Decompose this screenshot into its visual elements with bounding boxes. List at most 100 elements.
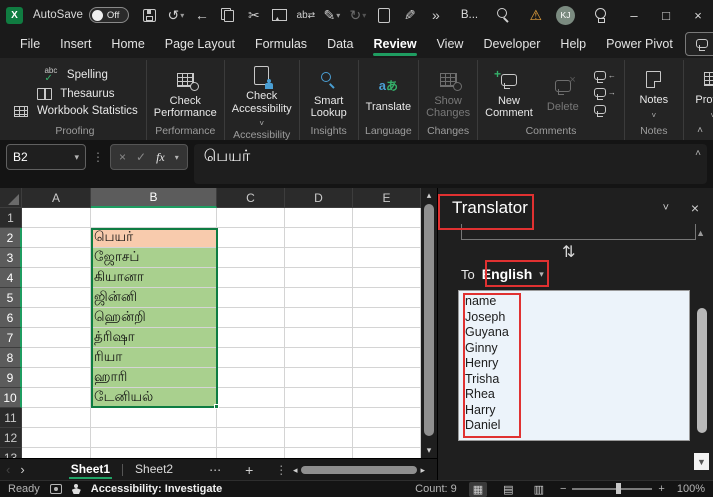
- scroll-right-icon[interactable]: ▸: [420, 465, 425, 476]
- cell-D3[interactable]: [285, 248, 353, 268]
- pane-close-icon[interactable]: ×: [691, 200, 699, 216]
- pane-scroll-down-icon[interactable]: ▼: [694, 453, 709, 470]
- pane-options-chevron-icon[interactable]: ˅: [663, 202, 669, 214]
- cell-E2[interactable]: [353, 228, 421, 248]
- cell-A7[interactable]: [22, 328, 91, 348]
- zoom-out-icon[interactable]: −: [560, 483, 566, 495]
- tab-file[interactable]: File: [10, 32, 50, 57]
- smart-lookup-button[interactable]: Smart Lookup: [304, 65, 354, 120]
- cell-E1[interactable]: [353, 208, 421, 228]
- cell-E8[interactable]: [353, 348, 421, 368]
- undo-icon[interactable]: ↺ ▾: [165, 4, 187, 26]
- thesaurus-button[interactable]: Thesaurus: [35, 88, 115, 100]
- minimize-button[interactable]: –: [625, 8, 643, 23]
- cell-C4[interactable]: [217, 268, 285, 288]
- warning-icon[interactable]: ⚠: [529, 7, 542, 24]
- more-sheets-icon[interactable]: ⋯: [209, 463, 223, 477]
- zoom-slider[interactable]: [572, 483, 653, 494]
- cell-E5[interactable]: [353, 288, 421, 308]
- cell-C6[interactable]: [217, 308, 285, 328]
- notes-button[interactable]: Notes ˅: [629, 64, 679, 120]
- tab-data[interactable]: Data: [317, 32, 363, 57]
- cell-B10[interactable]: டேனியல்: [91, 388, 217, 408]
- cell-B13[interactable]: [91, 448, 217, 458]
- target-language-dropdown[interactable]: English: [482, 266, 533, 282]
- cell-D12[interactable]: [285, 428, 353, 448]
- row-header-1[interactable]: 1: [0, 208, 22, 228]
- cell-C13[interactable]: [217, 448, 285, 458]
- cell-E6[interactable]: [353, 308, 421, 328]
- macro-record-icon[interactable]: [49, 484, 62, 494]
- cell-A3[interactable]: [22, 248, 91, 268]
- cell-A10[interactable]: [22, 388, 91, 408]
- column-header-b[interactable]: B: [91, 188, 217, 208]
- column-header-e[interactable]: E: [353, 188, 421, 208]
- cell-D5[interactable]: [285, 288, 353, 308]
- chevron-down-icon[interactable]: ▾: [539, 269, 544, 280]
- back-icon[interactable]: ←: [191, 4, 213, 26]
- page-break-view-icon[interactable]: ▥: [530, 482, 548, 497]
- cell-E11[interactable]: [353, 408, 421, 428]
- tab-insert[interactable]: Insert: [50, 32, 101, 57]
- cell-E10[interactable]: [353, 388, 421, 408]
- chevron-down-icon[interactable]: ▾: [74, 152, 79, 163]
- cell-C10[interactable]: [217, 388, 285, 408]
- cell-B3[interactable]: ஜோசப்: [91, 248, 217, 268]
- scroll-up-icon[interactable]: ▴: [421, 190, 437, 201]
- row-header-8[interactable]: 8: [0, 348, 22, 368]
- cell-D8[interactable]: [285, 348, 353, 368]
- save-icon[interactable]: [139, 4, 161, 26]
- cell-A13[interactable]: [22, 448, 91, 458]
- row-header-13[interactable]: 13: [0, 448, 22, 458]
- insert-function-icon[interactable]: fx: [156, 150, 165, 165]
- row-header-12[interactable]: 12: [0, 428, 22, 448]
- next-comment-icon[interactable]: →: [593, 87, 616, 97]
- search-icon[interactable]: [493, 4, 515, 26]
- cell-A2[interactable]: [22, 228, 91, 248]
- copy-icon[interactable]: [217, 4, 239, 26]
- enter-icon[interactable]: ✓: [136, 150, 146, 164]
- show-comments-icon[interactable]: [593, 104, 616, 114]
- paste-picture-icon[interactable]: [269, 4, 291, 26]
- cell-C8[interactable]: [217, 348, 285, 368]
- tab-page-layout[interactable]: Page Layout: [155, 32, 245, 57]
- cell-D2[interactable]: [285, 228, 353, 248]
- cell-D6[interactable]: [285, 308, 353, 328]
- row-header-7[interactable]: 7: [0, 328, 22, 348]
- cell-A5[interactable]: [22, 288, 91, 308]
- tab-developer[interactable]: Developer: [473, 32, 550, 57]
- cell-E12[interactable]: [353, 428, 421, 448]
- previous-sheet-icon[interactable]: ‹: [6, 462, 10, 477]
- cell-D4[interactable]: [285, 268, 353, 288]
- maximize-button[interactable]: □: [657, 8, 675, 23]
- cell-B4[interactable]: கியானா: [91, 268, 217, 288]
- cell-A4[interactable]: [22, 268, 91, 288]
- scroll-left-icon[interactable]: ◂: [293, 465, 298, 476]
- sheet-tab-sheet2[interactable]: Sheet2: [123, 460, 185, 479]
- previous-comment-icon[interactable]: ←: [593, 70, 616, 80]
- vertical-scrollbar[interactable]: ▴ ▾: [421, 188, 437, 458]
- formula-input[interactable]: பெயர் ˄: [193, 144, 707, 184]
- cell-A12[interactable]: [22, 428, 91, 448]
- select-all-corner[interactable]: [0, 188, 22, 208]
- horizontal-scrollbar[interactable]: ◂ ▸: [293, 463, 425, 477]
- normal-view-icon[interactable]: ▦: [468, 481, 488, 497]
- redo-icon[interactable]: ↻ ▾: [347, 4, 369, 26]
- sheet-options-icon[interactable]: ⋮: [275, 463, 287, 477]
- cell-B9[interactable]: ஹாரி: [91, 368, 217, 388]
- tab-view[interactable]: View: [427, 32, 474, 57]
- cell-B11[interactable]: [91, 408, 217, 428]
- cell-B2[interactable]: பெயர்: [91, 228, 217, 248]
- pane-scroll-up-icon[interactable]: ▲: [696, 228, 705, 238]
- cell-C1[interactable]: [217, 208, 285, 228]
- lightbulb-icon[interactable]: [589, 4, 611, 26]
- expand-formula-bar-icon[interactable]: ˄: [695, 148, 701, 159]
- cell-E3[interactable]: [353, 248, 421, 268]
- translation-result-box[interactable]: name Joseph Guyana Ginny Henry Trisha Rhea Harr…: [458, 290, 690, 441]
- check-performance-button[interactable]: Check Performance: [151, 65, 220, 120]
- tab-review[interactable]: Review: [363, 32, 426, 57]
- row-header-6[interactable]: 6: [0, 308, 22, 328]
- cell-B8[interactable]: ரியா: [91, 348, 217, 368]
- horizontal-scrollbar-thumb[interactable]: [300, 466, 418, 474]
- comments-button[interactable]: Comments: [684, 32, 713, 56]
